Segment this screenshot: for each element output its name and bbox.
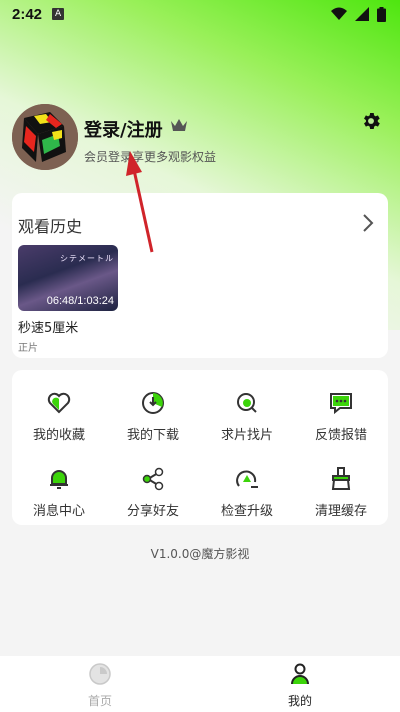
login-register-link[interactable]: 登录/注册 [84, 116, 163, 142]
heart-icon [47, 392, 71, 414]
feature-menu-card: 我的收藏 我的下载 求片找片 反馈报错 消息中心 分享好友 检查升级 清理缓存 [12, 370, 388, 525]
menu-share-label: 分享好友 [126, 504, 179, 519]
crown-icon [171, 119, 187, 131]
menu-feedback-label: 反馈报错 [314, 428, 367, 443]
nav-mine[interactable]: 我的 [260, 662, 340, 709]
search-film-icon [237, 393, 257, 413]
history-title: 观看历史 [18, 217, 83, 236]
menu-request-film-label: 求片找片 [220, 428, 273, 443]
status-time: 2:42 [12, 5, 43, 23]
battery-icon [377, 6, 386, 22]
menu-favorites[interactable]: 我的收藏 [12, 378, 106, 448]
clean-icon [331, 467, 351, 490]
menu-request-film[interactable]: 求片找片 [200, 378, 294, 448]
download-icon [142, 392, 164, 414]
bell-icon [50, 470, 68, 489]
share-icon [142, 467, 164, 491]
menu-feedback[interactable]: 反馈报错 [294, 378, 388, 448]
status-bar: 2:42 A [0, 0, 400, 28]
upgrade-icon [236, 470, 258, 488]
cube-avatar-icon [12, 104, 78, 170]
nav-home[interactable]: 首页 [60, 662, 140, 709]
feedback-icon [330, 393, 352, 415]
menu-clean-cache[interactable]: 清理缓存 [294, 454, 388, 524]
chevron-right-icon[interactable] [362, 213, 374, 233]
menu-downloads[interactable]: 我的下载 [106, 378, 200, 448]
menu-favorites-label: 我的收藏 [32, 428, 85, 443]
menu-messages[interactable]: 消息中心 [12, 454, 106, 524]
history-thumbnail[interactable]: シテメートル 06:48/1:03:24 [18, 245, 118, 311]
watch-history-card: 观看历史 シテメートル 06:48/1:03:24 秒速5厘米 正片 [12, 193, 388, 358]
menu-upgrade-label: 检查升级 [220, 504, 273, 519]
avatar[interactable] [12, 104, 78, 170]
settings-gear-icon[interactable] [360, 110, 382, 132]
history-duration: 06:48/1:03:24 [46, 295, 114, 307]
home-icon [89, 663, 111, 685]
menu-clean-cache-label: 清理缓存 [314, 504, 367, 519]
bottom-nav: 首页 我的 [0, 656, 400, 712]
notification-a-icon: A [52, 8, 65, 20]
nav-mine-label: 我的 [287, 694, 312, 708]
version-text: V1.0.0@魔方影视 [150, 547, 250, 561]
nav-home-label: 首页 [87, 694, 112, 708]
profile-icon [291, 663, 309, 685]
menu-messages-label: 消息中心 [32, 504, 85, 519]
history-video-title[interactable]: 秒速5厘米 [18, 317, 78, 336]
history-video-subtitle: 正片 [18, 343, 38, 354]
menu-share[interactable]: 分享好友 [106, 454, 200, 524]
thumbnail-text: シテメートル [60, 254, 114, 263]
signal-icon [355, 7, 369, 21]
wifi-icon [331, 7, 347, 20]
member-subtitle: 会员登录享更多观影权益 [84, 150, 217, 164]
menu-downloads-label: 我的下载 [126, 428, 179, 443]
menu-upgrade[interactable]: 检查升级 [200, 454, 294, 524]
